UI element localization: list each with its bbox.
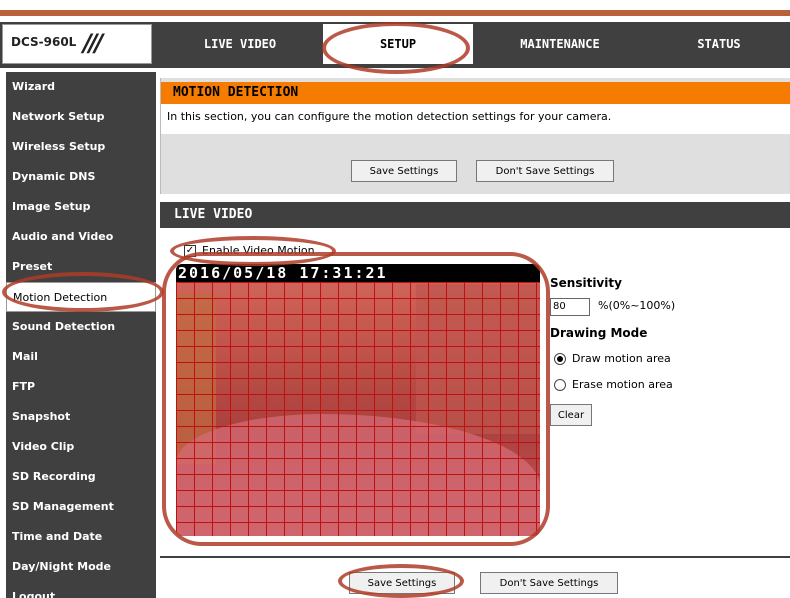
sidebar-item-time-and-date[interactable]: Time and Date (6, 522, 156, 552)
draw-motion-area-option[interactable]: Draw motion area (554, 352, 671, 365)
sidebar-item-sound-detection[interactable]: Sound Detection (6, 312, 156, 342)
logo-text: DCS-960L (11, 35, 77, 49)
motion-detection-description: In this section, you can configure the m… (161, 104, 790, 134)
radio-selected-dot (557, 355, 563, 362)
sidebar-item-wizard[interactable]: Wizard (6, 72, 156, 102)
sidebar-item-motion-detection[interactable]: Motion Detection (6, 282, 156, 312)
enable-video-motion-label: Enable Video Motion (202, 244, 315, 257)
drawing-mode-label: Drawing Mode (550, 326, 648, 340)
motion-detection-panel: MOTION DETECTION In this section, you ca… (160, 78, 790, 194)
sidebar-item-audio-and-video[interactable]: Audio and Video (6, 222, 156, 252)
panel-divider (160, 556, 790, 558)
tab-setup[interactable]: SETUP (323, 24, 473, 64)
live-video-title: LIVE VIDEO (160, 202, 790, 228)
sensitivity-label: Sensitivity (550, 276, 622, 290)
enable-video-motion-checkbox[interactable]: ✓ (184, 244, 196, 257)
motion-area-video[interactable]: 2016/05/18 17:31:21 (176, 264, 540, 536)
live-video-panel: LIVE VIDEO ✓ Enable Video Motion 2016/05… (160, 202, 790, 558)
logo: DCS-960L /// (2, 24, 152, 64)
sidebar-item-sd-management[interactable]: SD Management (6, 492, 156, 522)
sidebar-item-ftp[interactable]: FTP (6, 372, 156, 402)
sidebar-item-dynamic-dns[interactable]: Dynamic DNS (6, 162, 156, 192)
sensitivity-unit: %(0%~100%) (598, 299, 676, 312)
sidebar-item-network-setup[interactable]: Network Setup (6, 102, 156, 132)
sidebar-item-video-clip[interactable]: Video Clip (6, 432, 156, 462)
sidebar-item-image-setup[interactable]: Image Setup (6, 192, 156, 222)
enable-video-motion-row: ✓ Enable Video Motion (184, 244, 315, 257)
motion-detection-title: MOTION DETECTION (161, 82, 790, 104)
clear-button[interactable]: Clear (550, 404, 592, 426)
sidebar-item-sd-recording[interactable]: SD Recording (6, 462, 156, 492)
sidebar-item-wireless-setup[interactable]: Wireless Setup (6, 132, 156, 162)
tab-status[interactable]: STATUS (648, 24, 790, 64)
sidebar-item-logout[interactable]: Logout (6, 582, 156, 598)
motion-grid[interactable] (176, 282, 540, 536)
video-timestamp: 2016/05/18 17:31:21 (176, 264, 540, 282)
sidebar-item-preset[interactable]: Preset (6, 252, 156, 282)
header-bar: DCS-960L /// LIVE VIDEO SETUP MAINTENANC… (0, 22, 790, 68)
erase-motion-area-radio[interactable] (554, 378, 566, 391)
tab-live-video[interactable]: LIVE VIDEO (160, 24, 320, 64)
draw-motion-area-label: Draw motion area (572, 352, 671, 365)
erase-motion-area-option[interactable]: Erase motion area (554, 378, 673, 391)
top-banner (0, 0, 790, 16)
dont-save-settings-button[interactable]: Don't Save Settings (476, 160, 614, 182)
draw-motion-area-radio[interactable] (554, 352, 566, 365)
sidebar-item-day-night-mode[interactable]: Day/Night Mode (6, 552, 156, 582)
footer-dont-save-settings-button[interactable]: Don't Save Settings (480, 572, 618, 594)
top-stripe (0, 10, 790, 16)
sidebar-item-snapshot[interactable]: Snapshot (6, 402, 156, 432)
tab-maintenance[interactable]: MAINTENANCE (480, 24, 640, 64)
footer-save-settings-button[interactable]: Save Settings (349, 572, 455, 594)
save-settings-button[interactable]: Save Settings (351, 160, 457, 182)
erase-motion-area-label: Erase motion area (572, 378, 673, 391)
sidebar: Wizard Network Setup Wireless Setup Dyna… (6, 72, 156, 598)
logo-slash-icon: /// (83, 29, 103, 57)
sensitivity-input[interactable]: 80 (550, 298, 590, 316)
sidebar-item-mail[interactable]: Mail (6, 342, 156, 372)
